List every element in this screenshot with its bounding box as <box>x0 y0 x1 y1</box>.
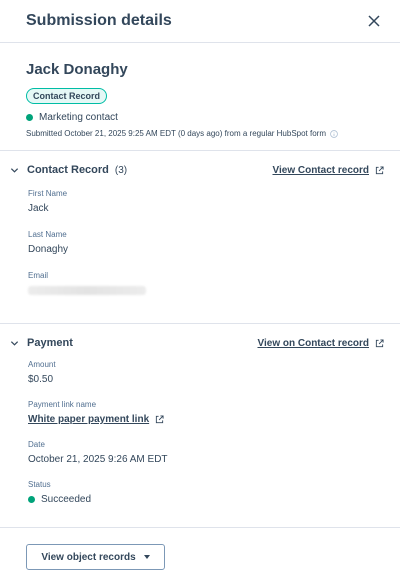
field-value: Jack <box>28 203 49 214</box>
status-label: Succeeded <box>41 494 92 505</box>
payment-link[interactable]: White paper payment link <box>28 414 372 425</box>
contact-record-section: Contact Record (3) View Contact record F… <box>0 151 400 324</box>
contact-type-label: Marketing contact <box>39 112 118 123</box>
field-label: Date <box>28 440 45 449</box>
external-link-icon <box>156 415 164 424</box>
amount-field: Amount $0.50 <box>0 360 400 385</box>
info-icon[interactable] <box>330 129 338 138</box>
contact-record-title: Contact Record <box>27 164 109 176</box>
view-contact-record-label: View Contact record <box>272 164 369 176</box>
payment-link-name-field: Payment link name White paper payment li… <box>0 400 400 425</box>
view-contact-record-link[interactable]: View Contact record <box>272 165 384 176</box>
chevron-down-icon[interactable] <box>8 164 20 176</box>
close-button[interactable] <box>364 11 384 31</box>
field-label: Status <box>28 480 51 489</box>
payment-section: Payment View on Contact record Amount $0… <box>0 324 400 505</box>
field-label: Email <box>28 271 49 280</box>
contact-record-header: Contact Record (3) View Contact record <box>0 151 400 189</box>
status-field: Status Succeeded <box>0 480 400 505</box>
panel-header: Submission details <box>0 0 400 43</box>
last-name-field: Last Name Donaghy <box>0 230 400 255</box>
field-label: Payment link name <box>28 400 97 409</box>
field-label: First Name <box>28 189 68 198</box>
external-link-icon <box>375 165 384 174</box>
date-field: Date October 21, 2025 9:26 AM EDT <box>0 440 400 465</box>
view-on-contact-record-label: View on Contact record <box>257 337 369 349</box>
field-value: October 21, 2025 9:26 AM EDT <box>28 454 168 465</box>
view-object-records-label: View object records <box>41 551 136 563</box>
field-label: Amount <box>28 360 56 369</box>
view-on-contact-record-link[interactable]: View on Contact record <box>257 338 384 349</box>
submitted-info: Submitted October 21, 2025 9:25 AM EDT (… <box>26 129 374 138</box>
submission-summary: Jack Donaghy Contact Record Marketing co… <box>0 43 400 151</box>
field-value: $0.50 <box>28 374 54 385</box>
submitted-text: Submitted October 21, 2025 9:25 AM EDT (… <box>26 129 327 138</box>
success-dot-icon <box>28 496 35 503</box>
external-link-icon <box>375 338 384 347</box>
chevron-down-icon[interactable] <box>8 337 20 349</box>
payment-header: Payment View on Contact record <box>0 324 400 362</box>
status-value: Succeeded <box>28 494 372 505</box>
email-field: Email <box>0 271 400 295</box>
first-name-field: First Name Jack <box>0 189 400 214</box>
contact-record-count: (3) <box>114 164 128 176</box>
field-label: Last Name <box>28 230 67 239</box>
payment-title: Payment <box>27 337 73 349</box>
field-value: Donaghy <box>28 244 69 255</box>
record-badge: Contact Record <box>26 88 108 104</box>
panel-title: Submission details <box>26 12 172 29</box>
contact-type: Marketing contact <box>26 112 374 123</box>
payment-link-label: White paper payment link <box>28 414 150 425</box>
email-redacted-value <box>28 286 146 295</box>
close-icon <box>368 15 380 27</box>
status-dot-icon <box>26 114 33 121</box>
panel-footer: View object records <box>0 527 400 585</box>
contact-name: Jack Donaghy <box>26 61 128 78</box>
caret-down-icon <box>143 555 150 559</box>
view-object-records-button[interactable]: View object records <box>26 544 165 570</box>
